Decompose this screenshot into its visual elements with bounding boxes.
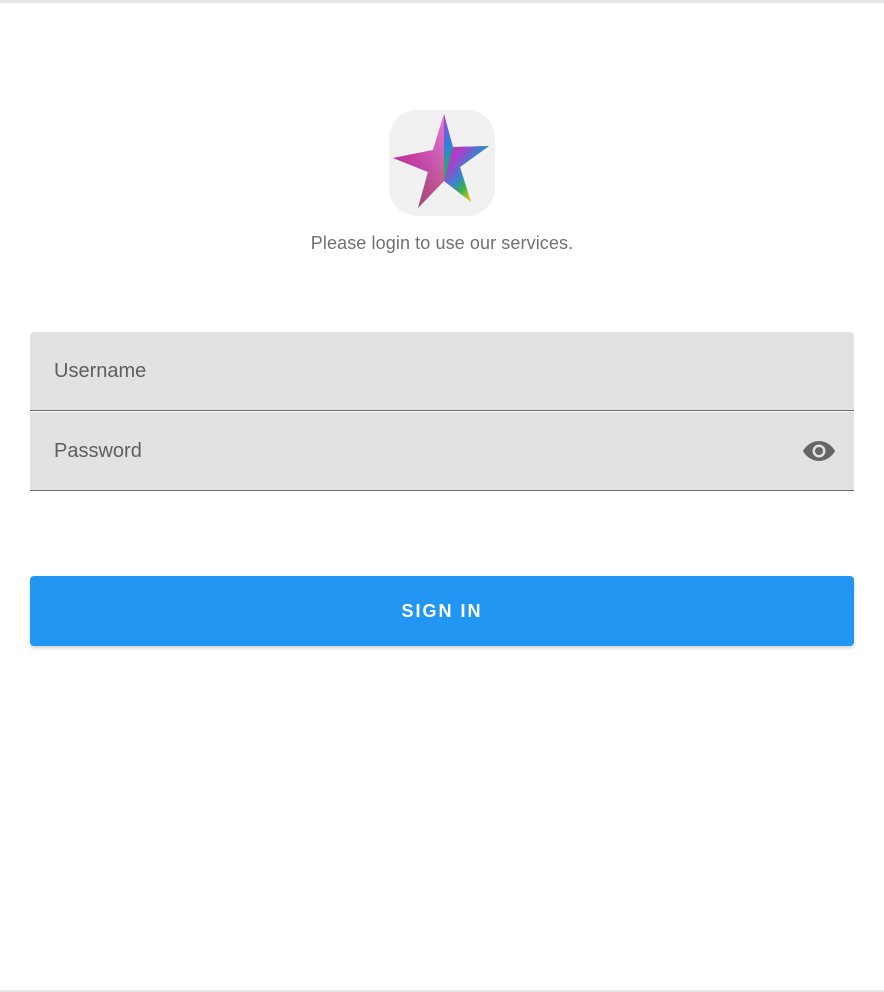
top-divider — [0, 0, 884, 3]
eye-icon[interactable] — [802, 434, 836, 468]
username-field[interactable] — [30, 332, 854, 411]
rainbow-star-icon — [393, 114, 489, 208]
username-input[interactable] — [30, 332, 854, 410]
login-subtitle: Please login to use our services. — [310, 233, 574, 253]
password-field[interactable] — [30, 412, 854, 491]
password-input[interactable] — [30, 412, 854, 490]
app-logo — [389, 110, 495, 216]
sign-in-button[interactable]: SIGN IN — [30, 576, 854, 646]
